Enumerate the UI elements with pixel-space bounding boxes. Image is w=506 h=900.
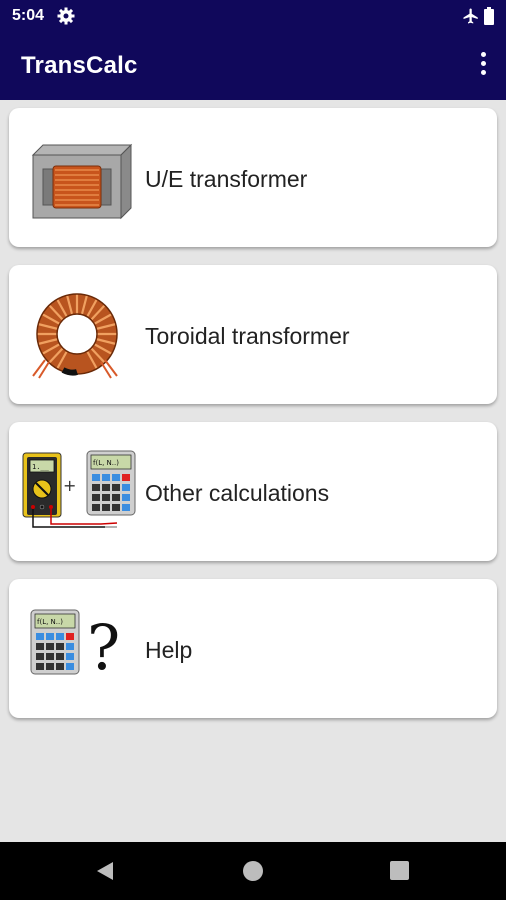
multimeter-calculator-icon: 1.__ + f(L, N..) xyxy=(22,450,136,528)
system-nav-bar xyxy=(0,842,506,900)
airplane-mode-icon xyxy=(463,8,478,24)
overflow-menu-icon[interactable] xyxy=(479,52,487,78)
toroidal-transformer-icon xyxy=(32,293,118,379)
menu-card-help[interactable]: f(L, N..) ? Help xyxy=(9,579,497,718)
menu-card-toroidal-transformer[interactable]: Toroidal transformer xyxy=(9,265,497,404)
menu-label: U/E transformer xyxy=(145,166,308,192)
menu-card-other-calculations[interactable]: 1.__ + f(L, N..) Other calculations xyxy=(9,422,497,561)
app-title: TransCalc xyxy=(21,52,138,79)
menu-label: Other calculations xyxy=(145,480,330,506)
app-bar: TransCalc xyxy=(0,32,506,100)
menu-card-ue-transformer[interactable]: U/E transformer xyxy=(9,108,497,247)
calculator-display-text: f(L, N..) xyxy=(37,618,63,626)
multimeter-display-text: 1.__ xyxy=(32,463,50,471)
main-content: U/E transformer Toroidal transformer 1._… xyxy=(0,100,506,842)
menu-label: Help xyxy=(145,637,193,663)
calculator-question-icon: f(L, N..) ? xyxy=(30,609,120,684)
question-mark-glyph: ? xyxy=(87,611,120,684)
back-icon[interactable] xyxy=(96,861,114,881)
battery-icon xyxy=(484,7,494,25)
home-icon[interactable] xyxy=(243,861,263,881)
recent-apps-icon[interactable] xyxy=(390,861,409,880)
menu-label: Toroidal transformer xyxy=(145,323,350,349)
ue-transformer-icon xyxy=(31,143,133,220)
calculator-display-text: f(L, N..) xyxy=(93,459,119,467)
status-bar: 5:04 xyxy=(0,0,506,32)
settings-gear-icon xyxy=(57,7,75,25)
plus-glyph: + xyxy=(63,476,76,495)
status-time: 5:04 xyxy=(12,7,45,24)
